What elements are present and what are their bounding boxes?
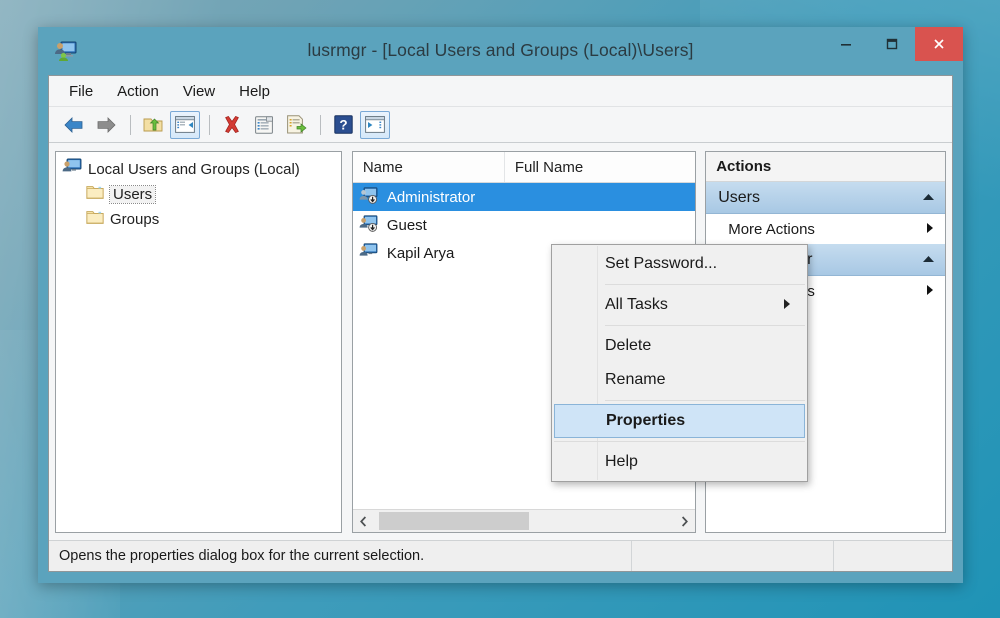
- horizontal-scrollbar[interactable]: [352, 509, 696, 532]
- panes-container: Local Users and Groups (Local) Users Gro…: [49, 144, 952, 533]
- context-menu: Set Password... All Tasks Delete Rename …: [551, 244, 808, 482]
- back-icon[interactable]: [59, 111, 89, 139]
- up-one-level-icon[interactable]: [138, 111, 168, 139]
- sidebar-item-users[interactable]: Users: [56, 182, 341, 207]
- minimize-button[interactable]: [823, 27, 869, 61]
- maximize-button[interactable]: [869, 27, 915, 61]
- actions-section-users[interactable]: Users: [706, 182, 945, 214]
- actions-item-label: More Actions: [728, 220, 815, 238]
- export-list-icon[interactable]: [281, 111, 311, 139]
- caret-up-icon[interactable]: [922, 192, 935, 204]
- forward-icon[interactable]: [91, 111, 121, 139]
- menu-bar: File Action View Help: [49, 76, 952, 107]
- sidebar-item-users-label: Users: [108, 185, 157, 204]
- lusrmgr-window: lusrmgr - [Local Users and Groups (Local…: [38, 27, 963, 583]
- sidebar-item-groups-label: Groups: [110, 211, 160, 228]
- caret-up-icon[interactable]: [922, 254, 935, 266]
- actions-section-users-title: Users: [718, 188, 760, 206]
- context-menu-item-label: Delete: [605, 337, 652, 354]
- delete-icon[interactable]: [217, 111, 247, 139]
- console-tree-pane: Local Users and Groups (Local) Users Gro…: [55, 151, 342, 533]
- user-icon: [359, 242, 378, 264]
- column-header-full-name[interactable]: Full Name: [505, 152, 695, 182]
- sidebar-item-groups[interactable]: Groups: [56, 207, 341, 232]
- close-button[interactable]: [915, 27, 963, 61]
- status-message: Opens the properties dialog box for the …: [49, 541, 632, 571]
- chevron-right-icon[interactable]: [673, 511, 695, 532]
- help-icon[interactable]: ?: [328, 111, 358, 139]
- context-menu-item-label: Rename: [605, 371, 666, 388]
- context-menu-item-label: Properties: [606, 412, 686, 429]
- caret-right-icon[interactable]: [926, 284, 934, 299]
- show-hide-action-pane-icon[interactable]: [360, 110, 390, 139]
- actions-pane-header: Actions: [706, 152, 945, 182]
- menu-action[interactable]: Action: [105, 80, 171, 103]
- context-menu-item-all-tasks[interactable]: All Tasks: [552, 288, 807, 322]
- table-row[interactable]: Administrator: [352, 183, 696, 211]
- disabled-user-icon: [359, 186, 378, 208]
- properties-icon[interactable]: [249, 111, 279, 139]
- toolbar-separator: [130, 114, 131, 135]
- context-menu-separator: [605, 284, 805, 285]
- window-controls: [823, 27, 963, 61]
- title-bar[interactable]: lusrmgr - [Local Users and Groups (Local…: [38, 27, 963, 75]
- list-column-headers: Name Full Name: [352, 152, 696, 183]
- context-menu-item-rename[interactable]: Rename: [552, 363, 807, 397]
- context-menu-separator: [554, 441, 805, 442]
- menu-view[interactable]: View: [171, 80, 227, 103]
- row-name: Guest: [386, 216, 427, 234]
- context-menu-separator: [605, 400, 805, 401]
- column-header-name[interactable]: Name: [353, 152, 505, 182]
- chevron-left-icon[interactable]: [353, 511, 375, 532]
- toolbar-separator: [320, 114, 321, 135]
- toolbar: ?: [49, 107, 952, 143]
- context-menu-item-label: Help: [605, 453, 638, 470]
- context-menu-item-help[interactable]: Help: [552, 445, 807, 479]
- scrollbar-track[interactable]: [375, 511, 673, 532]
- context-menu-item-label: Set Password...: [605, 255, 718, 272]
- folder-icon: [86, 185, 104, 204]
- context-menu-item-delete[interactable]: Delete: [552, 329, 807, 363]
- menu-file[interactable]: File: [57, 80, 105, 103]
- toolbar-separator: [209, 114, 210, 135]
- context-menu-separator: [605, 325, 805, 326]
- status-bar: Opens the properties dialog box for the …: [49, 540, 952, 571]
- tree-root-item[interactable]: Local Users and Groups (Local): [56, 152, 341, 182]
- row-name: Administrator: [386, 188, 476, 206]
- show-hide-console-tree-icon[interactable]: [170, 110, 200, 139]
- status-segment-2: [632, 541, 834, 571]
- caret-right-icon[interactable]: [926, 222, 934, 237]
- caret-right-icon: [783, 298, 791, 313]
- status-segment-3: [834, 541, 952, 571]
- row-name: Kapil Arya: [386, 244, 455, 262]
- folder-icon: [86, 210, 104, 229]
- console-root-icon: [62, 158, 82, 180]
- client-area: File Action View Help ? Local Users and …: [48, 75, 953, 572]
- scrollbar-thumb[interactable]: [378, 511, 529, 530]
- menu-help[interactable]: Help: [227, 80, 282, 103]
- context-menu-item-label: All Tasks: [605, 296, 668, 313]
- tree-root-label: Local Users and Groups (Local): [88, 160, 300, 178]
- context-menu-item-set-password[interactable]: Set Password...: [552, 247, 807, 281]
- svg-text:?: ?: [339, 117, 347, 132]
- disabled-user-icon: [359, 214, 378, 236]
- actions-item-more-actions-users[interactable]: More Actions: [706, 214, 945, 244]
- context-menu-item-properties[interactable]: Properties: [554, 404, 805, 438]
- table-row[interactable]: Guest: [353, 211, 695, 239]
